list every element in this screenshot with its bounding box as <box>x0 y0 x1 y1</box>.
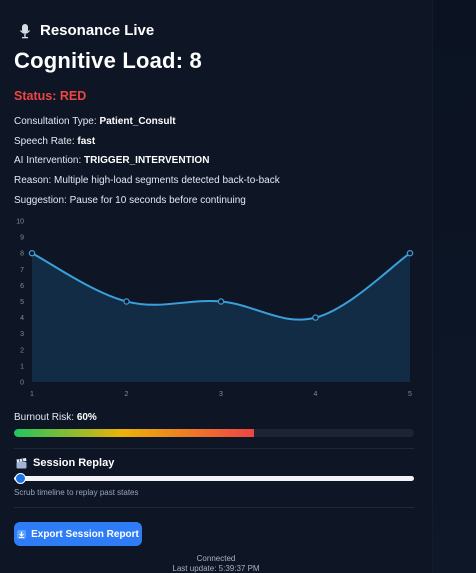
divider <box>14 448 414 449</box>
x-tick-label: 4 <box>314 391 318 398</box>
y-tick-label: 1 <box>20 363 24 370</box>
y-tick-label: 5 <box>20 299 24 306</box>
data-point <box>28 250 36 257</box>
ai-intervention: AI Intervention: TRIGGER_INTERVENTION <box>14 155 209 166</box>
burnout-risk: Burnout Risk: 60% <box>14 412 97 423</box>
burnout-progress-track <box>14 429 414 437</box>
y-tick-label: 3 <box>20 331 24 338</box>
speech-rate: Speech Rate: fast <box>14 136 95 147</box>
app-title: Resonance Live <box>18 22 154 39</box>
suggestion-text: Suggestion: Pause for 10 seconds before … <box>14 195 246 206</box>
consultation-type-value: Patient_Consult <box>99 116 176 127</box>
slider-track[interactable] <box>14 476 414 481</box>
download-icon <box>17 529 27 539</box>
speech-rate-value: fast <box>77 136 96 147</box>
data-point <box>312 314 319 321</box>
x-tick-label: 2 <box>125 391 129 398</box>
clapperboard-icon <box>16 457 27 469</box>
replay-hint: Scrub timeline to replay past states <box>14 488 139 497</box>
chart-svg: 0123456789101 2 3 4 5 <box>16 219 414 398</box>
burnout-risk-label: Burnout Risk: <box>14 412 77 423</box>
y-tick-label: 10 <box>16 219 24 226</box>
burnout-progress-fill <box>14 429 254 437</box>
data-point <box>217 298 225 305</box>
cognitive-load-heading: Cognitive Load: 8 <box>14 48 202 73</box>
x-tick-label: 3 <box>219 391 223 398</box>
divider <box>14 507 414 508</box>
y-tick-label: 0 <box>20 380 24 387</box>
consultation-type: Consultation Type: Patient_Consult <box>14 116 176 127</box>
session-replay-text: Session Replay <box>33 457 115 469</box>
y-tick-label: 4 <box>20 315 24 322</box>
area-fill <box>32 253 410 382</box>
burnout-risk-value: 60% <box>76 412 97 423</box>
y-tick-label: 6 <box>20 283 24 290</box>
status-text: Status: RED <box>14 89 87 103</box>
x-tick-label: 1 <box>30 391 34 398</box>
reason-text: Reason: Multiple high-load segments dete… <box>14 175 280 186</box>
connection-status: Connected <box>196 554 236 563</box>
main-panel: Resonance Live Cognitive Load: 8 Status:… <box>0 0 432 573</box>
x-tick-label: 5 <box>408 391 412 398</box>
y-tick-label: 2 <box>20 347 24 354</box>
y-tick-label: 9 <box>20 235 24 242</box>
session-replay-title: Session Replay <box>16 457 114 469</box>
ai-intervention-value: TRIGGER_INTERVENTION <box>84 155 210 166</box>
data-point <box>406 250 414 257</box>
replay-timeline-slider[interactable] <box>14 472 414 486</box>
microphone-icon <box>18 23 32 39</box>
side-strip <box>432 0 476 573</box>
y-tick-label: 8 <box>20 251 24 258</box>
page: Resonance Live Cognitive Load: 8 Status:… <box>0 0 476 573</box>
data-point <box>123 298 130 305</box>
last-update: Last update: 5:39:37 PM <box>172 564 260 573</box>
app-title-text: Resonance Live <box>40 22 155 39</box>
export-button-label: Export Session Report <box>31 528 139 540</box>
cognitive-load-chart: 0 1 2 3 4 5 6 7 8 9 10 1 2 3 4 5 <box>14 214 424 404</box>
slider-thumb[interactable] <box>15 473 26 484</box>
consultation-type-label: Consultation Type: <box>14 116 100 127</box>
speech-rate-label: Speech Rate: <box>14 136 78 147</box>
export-session-report-button[interactable]: Export Session Report <box>14 522 142 546</box>
y-tick-label: 7 <box>20 267 24 274</box>
ai-intervention-label: AI Intervention: <box>14 155 85 166</box>
